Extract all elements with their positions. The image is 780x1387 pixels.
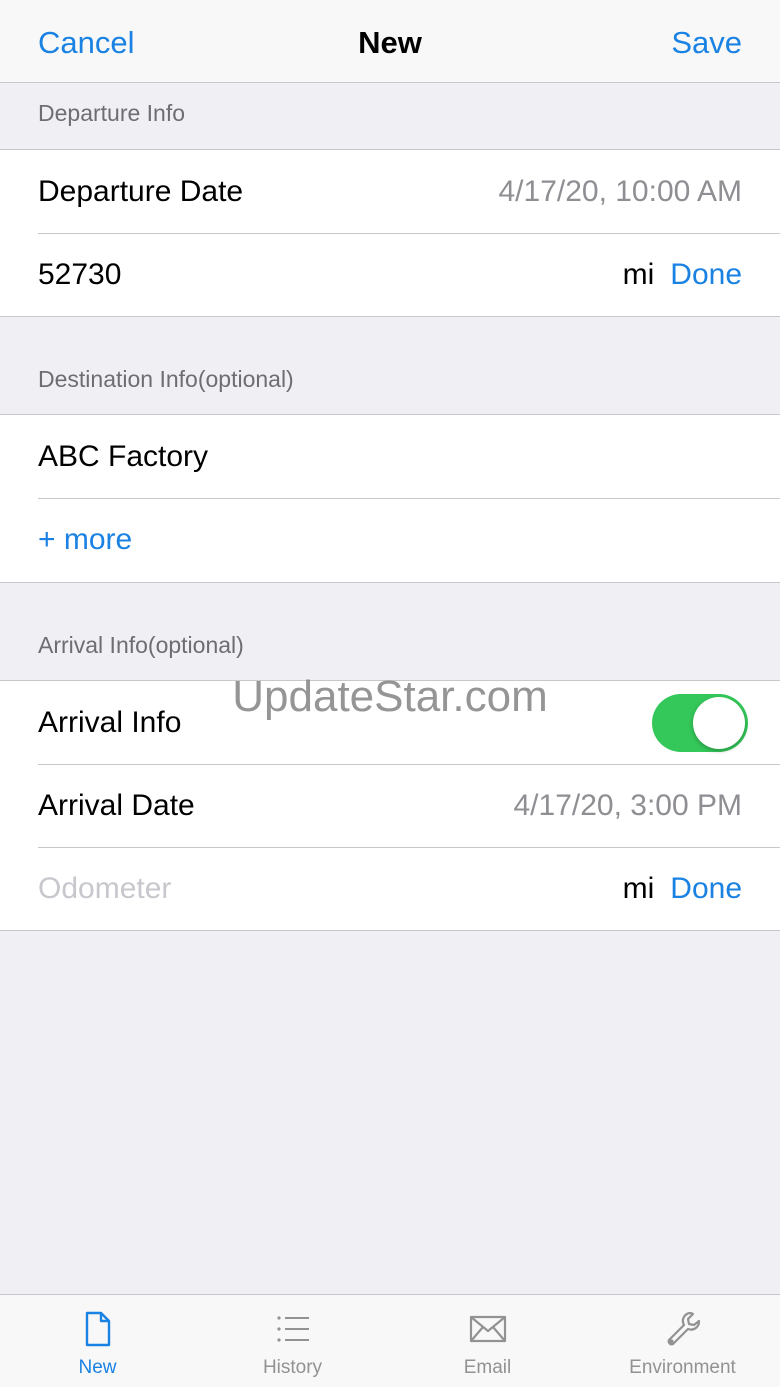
departure-date-label: Departure Date xyxy=(38,174,244,208)
tab-history[interactable]: History xyxy=(195,1295,390,1387)
departure-odometer-unit: mi xyxy=(622,257,655,291)
departure-section-header: Departure Info xyxy=(38,100,186,126)
arrival-odometer-unit: mi xyxy=(622,871,655,905)
toggle-knob xyxy=(693,696,745,749)
more-row[interactable]: + more xyxy=(0,498,780,582)
envelope-icon xyxy=(469,1315,506,1343)
tab-history-label: History xyxy=(262,1357,323,1378)
arrival-odometer-row: Odometer mi Done xyxy=(0,847,780,930)
list-icon xyxy=(276,1316,309,1342)
document-icon xyxy=(85,1311,110,1347)
arrival-odometer-input[interactable]: Odometer xyxy=(38,872,623,906)
tab-email-label: Email xyxy=(463,1357,512,1378)
departure-done-button[interactable]: Done xyxy=(670,258,742,292)
arrival-toggle-switch[interactable] xyxy=(652,693,748,752)
arrival-date-row[interactable]: Arrival Date 4/17/20, 3:00 PM xyxy=(0,764,780,847)
arrival-date-value: 4/17/20, 3:00 PM xyxy=(513,788,743,822)
arrival-group: Arrival Info Arrival Date 4/17/20, 3:00 … xyxy=(0,680,780,931)
departure-group: Departure Date 4/17/20, 10:00 AM 52730 m… xyxy=(0,149,780,317)
destination-group: ABC Factory + more xyxy=(0,414,780,583)
destination-section-header: Destination Info(optional) xyxy=(38,366,294,392)
more-button[interactable]: + more xyxy=(38,523,132,557)
tab-new-label: New xyxy=(78,1357,117,1378)
tab-bar: New History Email Environment xyxy=(0,1294,780,1387)
arrival-toggle-row: Arrival Info xyxy=(0,681,780,764)
destination-name-input[interactable]: ABC Factory xyxy=(38,440,742,474)
tab-new[interactable]: New xyxy=(0,1295,195,1387)
arrival-toggle-label: Arrival Info xyxy=(38,705,182,739)
destination-name-row: ABC Factory xyxy=(0,415,780,498)
arrival-section-header: Arrival Info(optional) xyxy=(38,632,244,658)
navigation-bar: Cancel New Save xyxy=(0,0,780,83)
tab-environment[interactable]: Environment xyxy=(585,1295,780,1387)
departure-odometer-row: 52730 mi Done xyxy=(0,233,780,316)
departure-odometer-input[interactable]: 52730 xyxy=(38,258,623,292)
departure-date-row[interactable]: Departure Date 4/17/20, 10:00 AM xyxy=(0,150,780,233)
page-title: New xyxy=(358,25,422,60)
arrival-date-label: Arrival Date xyxy=(38,788,195,822)
tab-email[interactable]: Email xyxy=(390,1295,585,1387)
tab-environment-label: Environment xyxy=(629,1357,736,1378)
wrench-icon xyxy=(667,1311,700,1346)
save-button[interactable]: Save xyxy=(671,0,742,83)
departure-date-value: 4/17/20, 10:00 AM xyxy=(498,174,742,208)
arrival-done-button[interactable]: Done xyxy=(670,872,742,906)
